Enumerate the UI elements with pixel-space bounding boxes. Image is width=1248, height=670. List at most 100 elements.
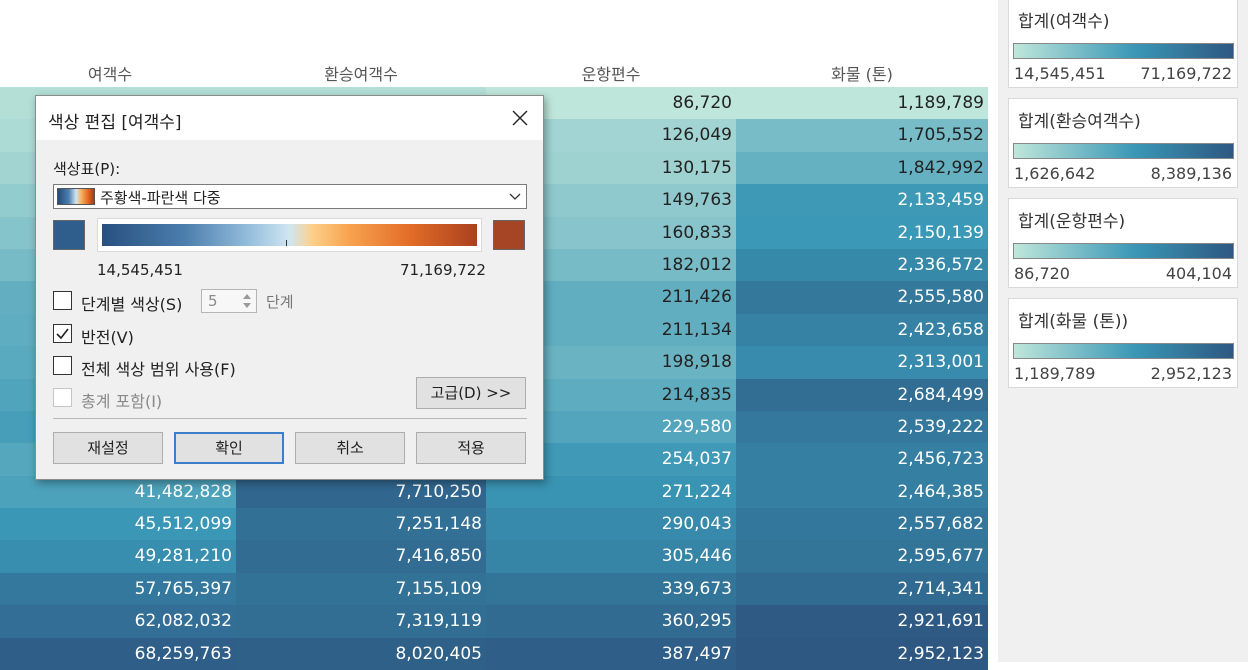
table-cell[interactable]: 2,684,499 xyxy=(736,378,988,411)
table-cell[interactable]: 290,043 xyxy=(486,508,736,541)
legend-min: 1,189,789 xyxy=(1014,364,1096,383)
palette-label: 색상표(P): xyxy=(53,160,121,178)
table-row: 45,512,099 7,251,148 290,043 2,557,682 xyxy=(0,508,988,541)
stepped-color-label[interactable]: 단계별 색상(S) xyxy=(81,291,182,315)
table-cell[interactable]: 7,710,250 xyxy=(236,475,486,509)
table-cell[interactable]: 271,224 xyxy=(486,475,736,509)
table-cell[interactable]: 45,512,099 xyxy=(0,508,236,541)
table-cell[interactable]: 2,555,580 xyxy=(736,281,988,314)
table-cell[interactable]: 2,313,001 xyxy=(736,346,988,379)
palette-dropdown[interactable]: 주황색-파란색 다중 xyxy=(53,184,527,209)
range-max-label: 71,169,722 xyxy=(400,261,486,279)
steps-value: 5 xyxy=(208,292,218,310)
legend-title: 합계(운항편수) xyxy=(1018,212,1126,232)
column-header-flights[interactable]: 운항편수 xyxy=(486,64,736,86)
table-cell[interactable]: 41,482,828 xyxy=(0,475,236,509)
legend-cargo[interactable]: 합계(화물 (톤)) 1,189,789 2,952,123 xyxy=(1008,298,1238,388)
legend-max: 8,389,136 xyxy=(1150,164,1232,183)
checkmark-icon xyxy=(56,328,69,340)
table-cell[interactable]: 2,336,572 xyxy=(736,248,988,282)
table-cell[interactable]: 8,020,405 xyxy=(236,637,486,670)
advanced-button[interactable]: 고급(D) >> xyxy=(416,377,526,409)
table-cell[interactable]: 7,251,148 xyxy=(236,508,486,541)
table-row: 41,482,828 7,710,250 271,224 2,464,385 xyxy=(0,475,988,509)
ramp-center-marker[interactable] xyxy=(286,240,287,246)
table-cell[interactable]: 387,497 xyxy=(486,637,736,670)
table-cell[interactable]: 49,281,210 xyxy=(0,540,236,573)
spin-arrows-icon[interactable] xyxy=(240,291,254,311)
dialog-title: 색상 편집 [여객수] xyxy=(48,113,182,133)
table-row: 62,082,032 7,319,119 360,295 2,921,691 xyxy=(0,605,988,638)
cancel-button[interactable]: 취소 xyxy=(295,432,405,464)
dialog-titlebar[interactable]: 색상 편집 [여객수] xyxy=(36,96,543,140)
table-cell[interactable]: 57,765,397 xyxy=(0,572,236,606)
table-cell[interactable]: 339,673 xyxy=(486,572,736,606)
column-header-cargo[interactable]: 화물 (톤) xyxy=(736,64,988,86)
legend-min: 14,545,451 xyxy=(1014,64,1106,83)
legend-title: 합계(환승여객수) xyxy=(1018,112,1141,132)
table-row: 68,259,763 8,020,405 387,497 2,952,123 xyxy=(0,637,988,670)
column-header-passengers[interactable]: 여객수 xyxy=(0,64,220,86)
ok-button[interactable]: 확인 xyxy=(174,432,284,464)
start-color-swatch[interactable] xyxy=(53,220,85,250)
dialog-separator xyxy=(53,418,527,419)
legend-color-ramp xyxy=(1013,343,1234,359)
table-row: 57,765,397 7,155,109 339,673 2,714,341 xyxy=(0,572,988,606)
palette-swatch xyxy=(57,188,95,205)
include-totals-label: 총계 포함(I) xyxy=(81,392,163,411)
legend-passengers[interactable]: 합계(여객수) 14,545,451 71,169,722 xyxy=(1008,0,1238,88)
legend-title: 합계(화물 (톤)) xyxy=(1018,312,1129,332)
legend-flights[interactable]: 합계(운항편수) 86,720 404,104 xyxy=(1008,198,1238,288)
steps-unit-label: 단계 xyxy=(266,293,294,311)
close-icon xyxy=(512,110,528,126)
column-header-transfer-passengers[interactable]: 환승여객수 xyxy=(236,64,486,86)
reversed-checkbox[interactable] xyxy=(53,324,72,343)
edit-colors-dialog: 색상 편집 [여객수] 색상표(P): 주황색-파란색 다중 14,545,45… xyxy=(35,95,544,480)
table-cell[interactable]: 2,595,677 xyxy=(736,540,988,573)
table-cell[interactable]: 2,456,723 xyxy=(736,443,988,476)
palette-selected-value: 주황색-파란색 다중 xyxy=(100,189,221,207)
table-cell[interactable]: 1,842,992 xyxy=(736,151,988,185)
table-cell[interactable]: 2,150,139 xyxy=(736,216,988,249)
table-cell[interactable]: 2,464,385 xyxy=(736,475,988,509)
legend-color-ramp xyxy=(1013,143,1234,159)
table-cell[interactable]: 1,189,789 xyxy=(736,87,988,120)
chevron-down-icon xyxy=(509,193,521,200)
table-cell[interactable]: 2,952,123 xyxy=(736,637,988,670)
stepped-color-checkbox[interactable] xyxy=(53,291,72,310)
table-cell[interactable]: 360,295 xyxy=(486,605,736,638)
table-cell[interactable]: 1,705,552 xyxy=(736,119,988,152)
reset-button[interactable]: 재설정 xyxy=(53,432,163,464)
color-ramp xyxy=(102,224,477,246)
table-cell[interactable]: 7,319,119 xyxy=(236,605,486,638)
legend-max: 404,104 xyxy=(1165,264,1232,283)
table-cell[interactable]: 2,133,459 xyxy=(736,184,988,217)
full-range-checkbox[interactable] xyxy=(53,356,72,375)
legend-color-ramp xyxy=(1013,43,1234,59)
legend-max: 2,952,123 xyxy=(1150,364,1232,383)
close-button[interactable] xyxy=(503,102,537,134)
table-cell[interactable]: 62,082,032 xyxy=(0,605,236,638)
legend-transfer-passengers[interactable]: 합계(환승여객수) 1,626,642 8,389,136 xyxy=(1008,98,1238,188)
legend-min: 86,720 xyxy=(1014,264,1070,283)
table-cell[interactable]: 2,539,222 xyxy=(736,410,988,444)
legend-min: 1,626,642 xyxy=(1014,164,1096,183)
end-color-swatch[interactable] xyxy=(493,220,525,250)
table-cell[interactable]: 7,416,850 xyxy=(236,540,486,573)
table-cell[interactable]: 2,423,658 xyxy=(736,313,988,347)
apply-button[interactable]: 적용 xyxy=(416,432,526,464)
table-cell[interactable]: 305,446 xyxy=(486,540,736,573)
table-row: 49,281,210 7,416,850 305,446 2,595,677 xyxy=(0,540,988,573)
legend-title: 합계(여객수) xyxy=(1018,12,1110,32)
legend-max: 71,169,722 xyxy=(1140,64,1232,83)
include-totals-checkbox xyxy=(53,388,72,407)
table-cell[interactable]: 7,155,109 xyxy=(236,572,486,606)
table-cell[interactable]: 2,714,341 xyxy=(736,572,988,606)
full-range-label[interactable]: 전체 색상 범위 사용(F) xyxy=(81,356,236,380)
table-cell[interactable]: 2,557,682 xyxy=(736,508,988,541)
color-ramp-preview[interactable] xyxy=(97,218,482,252)
table-cell[interactable]: 2,921,691 xyxy=(736,605,988,638)
table-cell[interactable]: 68,259,763 xyxy=(0,637,236,670)
steps-stepper[interactable]: 5 xyxy=(201,289,257,313)
reversed-label[interactable]: 반전(V) xyxy=(81,324,134,348)
